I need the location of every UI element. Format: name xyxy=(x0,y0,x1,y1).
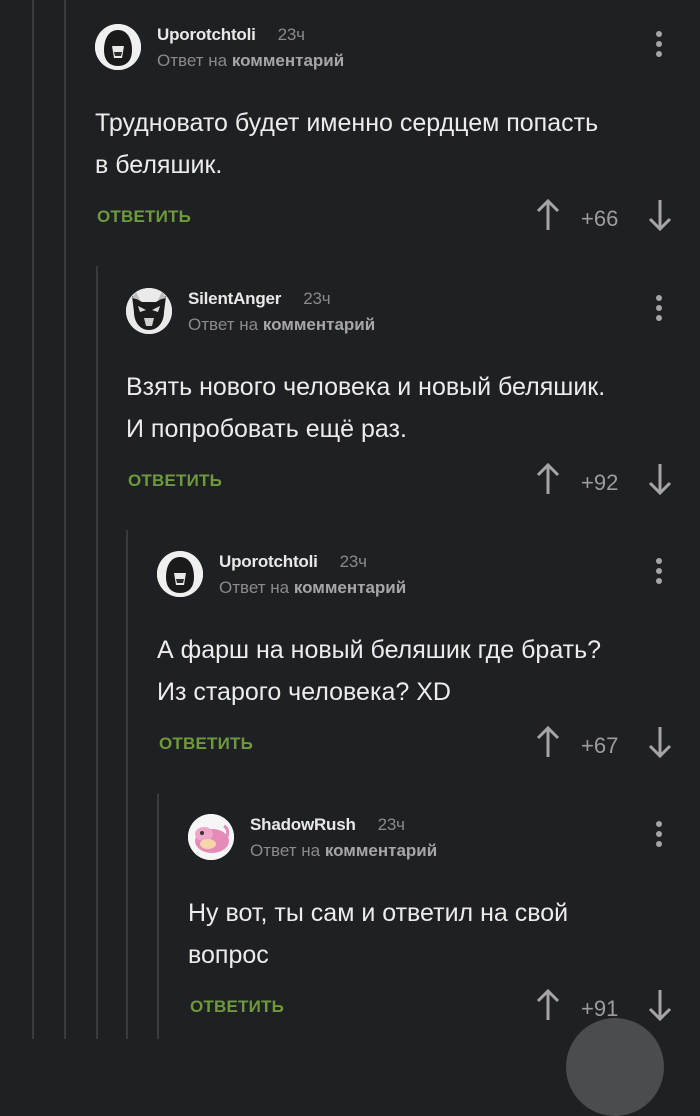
reply-target-link[interactable]: комментарий xyxy=(263,315,375,334)
reply-to: Ответ на комментарий xyxy=(157,51,345,70)
reply-target-link[interactable]: комментарий xyxy=(232,51,344,70)
comment-header: ShadowRush 23ч Ответ на комментарий xyxy=(188,814,700,874)
downvote-arrow-icon[interactable] xyxy=(647,988,673,1022)
reply-button[interactable]: ответить xyxy=(128,471,222,491)
more-options-icon[interactable] xyxy=(652,821,666,853)
comment: Uporotchtoli 23ч Ответ на комментарий Тру… xyxy=(95,24,700,238)
comment-text: А фарш на новый беляшик где брать? Из ст… xyxy=(157,636,602,706)
comment: SilentAnger 23ч Ответ на комментарий Взят… xyxy=(126,288,700,502)
thread-line xyxy=(126,530,128,1039)
upvote-arrow-icon[interactable] xyxy=(535,725,561,759)
thread-line xyxy=(157,794,159,1039)
reply-button[interactable]: ответить xyxy=(97,207,191,227)
downvote-arrow-icon[interactable] xyxy=(647,198,673,232)
more-options-icon[interactable] xyxy=(652,295,666,327)
comment-text: Ну вот, ты сам и ответил на свой вопрос xyxy=(188,899,569,969)
comment-time: 23ч xyxy=(339,552,367,571)
rating-value: +92 xyxy=(581,470,619,495)
thread-line xyxy=(96,266,98,1039)
comment-header: Uporotchtoli 23ч Ответ на комментарий xyxy=(157,551,700,611)
downvote-arrow-icon[interactable] xyxy=(647,725,673,759)
upvote-arrow-icon[interactable] xyxy=(535,198,561,232)
floating-action-button[interactable] xyxy=(566,1018,664,1116)
pink-pokemon-avatar-icon xyxy=(188,814,234,860)
upvote-arrow-icon[interactable] xyxy=(535,462,561,496)
more-options-icon[interactable] xyxy=(652,558,666,590)
comment-time: 23ч xyxy=(277,25,305,44)
avatar[interactable] xyxy=(157,551,203,597)
comment-time: 23ч xyxy=(377,815,405,834)
rating-value: +67 xyxy=(581,733,619,758)
author-name[interactable]: Uporotchtoli 23ч xyxy=(157,25,305,45)
reply-to: Ответ на комментарий xyxy=(188,315,376,334)
masked-character-avatar-icon xyxy=(95,24,141,70)
comment-actions: ответить +92 xyxy=(126,462,700,502)
author-name[interactable]: Uporotchtoli 23ч xyxy=(219,552,367,572)
reply-target-link[interactable]: комментарий xyxy=(294,578,406,597)
more-options-icon[interactable] xyxy=(652,31,666,63)
thread-line xyxy=(32,0,34,1039)
wolf-mask-avatar-icon xyxy=(126,288,172,334)
thread-line xyxy=(64,0,66,1039)
comment-header: Uporotchtoli 23ч Ответ на комментарий xyxy=(95,24,700,84)
reply-to: Ответ на комментарий xyxy=(219,578,407,597)
avatar[interactable] xyxy=(188,814,234,860)
comment-actions: ответить +67 xyxy=(157,725,700,765)
reply-to: Ответ на комментарий xyxy=(250,841,438,860)
comment-actions: ответить +66 xyxy=(95,198,700,238)
reply-button[interactable]: ответить xyxy=(159,734,253,754)
author-name[interactable]: ShadowRush 23ч xyxy=(250,815,405,835)
rating-value: +66 xyxy=(581,206,619,231)
comment-header: SilentAnger 23ч Ответ на комментарий xyxy=(126,288,700,348)
comment-text: Взять нового человека и новый беляшик. И… xyxy=(126,373,606,443)
comment: Uporotchtoli 23ч Ответ на комментарий А ф… xyxy=(157,551,700,765)
masked-character-avatar-icon xyxy=(157,551,203,597)
avatar[interactable] xyxy=(126,288,172,334)
upvote-arrow-icon[interactable] xyxy=(535,988,561,1022)
reply-button[interactable]: ответить xyxy=(190,997,284,1017)
downvote-arrow-icon[interactable] xyxy=(647,462,673,496)
comment-text: Трудновато будет именно сердцем попасть … xyxy=(95,109,599,179)
reply-target-link[interactable]: комментарий xyxy=(325,841,437,860)
author-name[interactable]: SilentAnger 23ч xyxy=(188,289,331,309)
comment: ShadowRush 23ч Ответ на комментарий Ну во… xyxy=(188,814,700,1028)
avatar[interactable] xyxy=(95,24,141,70)
comment-time: 23ч xyxy=(303,289,331,308)
